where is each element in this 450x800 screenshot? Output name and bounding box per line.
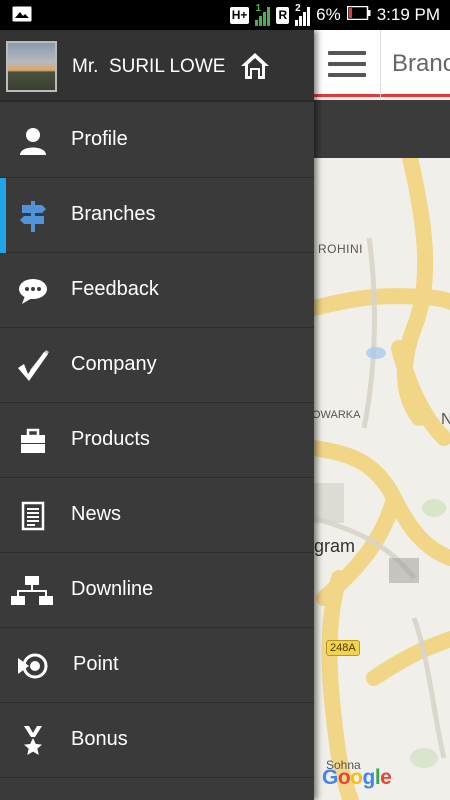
gallery-notification-icon bbox=[12, 6, 32, 27]
signpost-icon bbox=[14, 198, 52, 234]
roaming-badge: R bbox=[276, 6, 290, 24]
menu-item-label: Bonus bbox=[71, 728, 128, 750]
check-mark-icon bbox=[14, 348, 52, 384]
home-icon[interactable] bbox=[238, 50, 272, 82]
menu-item-point[interactable]: Point bbox=[0, 628, 314, 703]
menu-item-label: Downline bbox=[71, 578, 154, 600]
network-type-badge: H+ bbox=[229, 6, 250, 24]
signal-sim2-icon: 2 bbox=[295, 3, 311, 26]
sim2-label: 2 bbox=[295, 3, 301, 14]
signal-sim1-icon: 1 bbox=[255, 3, 271, 26]
menu-item-news[interactable]: News bbox=[0, 478, 314, 553]
user-name: Mr. SURIL LOWE bbox=[72, 56, 226, 77]
menu-item-label: News bbox=[71, 503, 122, 525]
menu-item-products[interactable]: Products bbox=[0, 403, 314, 478]
menu-item-feedback[interactable]: Feedback bbox=[0, 253, 314, 328]
status-bar: H+ 1 R 2 6% 3:19 PM bbox=[0, 0, 450, 30]
app-subbar bbox=[314, 100, 450, 158]
menu-item-label: Feedback bbox=[71, 278, 159, 300]
map-label-gurugram: gram bbox=[314, 536, 356, 556]
map-view[interactable]: ROHINI OWARKA N gram 248A Sohna Google bbox=[314, 158, 450, 800]
avatar[interactable] bbox=[6, 41, 57, 92]
briefcase-icon bbox=[14, 423, 52, 459]
battery-icon bbox=[346, 5, 371, 25]
menu-item-label: Products bbox=[71, 428, 150, 450]
google-logo: Google bbox=[322, 766, 392, 789]
target-icon bbox=[14, 648, 52, 684]
highway-shield: 248A bbox=[326, 640, 360, 656]
menu-item-label: Branches bbox=[71, 203, 156, 225]
menu-item-bonus[interactable]: Bonus bbox=[0, 703, 314, 778]
chat-bubble-icon bbox=[14, 273, 52, 309]
menu-item-label: Point bbox=[73, 653, 119, 675]
hamburger-menu-icon[interactable] bbox=[328, 51, 366, 77]
person-icon bbox=[14, 123, 52, 159]
app-toolbar: Branc bbox=[314, 30, 450, 97]
menu-item-label: Company bbox=[71, 353, 157, 375]
navigation-drawer: Mr. SURIL LOWE Profile Branches Feedback… bbox=[0, 30, 314, 800]
map-label-n: N bbox=[441, 411, 450, 428]
menu-item-company[interactable]: Company bbox=[0, 328, 314, 403]
medal-icon bbox=[14, 723, 52, 759]
menu-item-label: Profile bbox=[71, 128, 128, 150]
clock: 3:19 PM bbox=[376, 5, 440, 24]
menu-item-branches[interactable]: Branches bbox=[0, 178, 314, 253]
toolbar-divider bbox=[380, 30, 381, 97]
branches-screen: Branc ROHINI OWARKA N gram 248A Sohna Go… bbox=[314, 30, 450, 800]
newspaper-icon bbox=[14, 498, 52, 534]
battery-percent: 6% bbox=[316, 5, 341, 24]
sim1-label: 1 bbox=[255, 3, 261, 14]
map-label-dwarka: OWARKA bbox=[314, 409, 361, 421]
menu-item-downline[interactable]: Downline bbox=[0, 553, 314, 628]
page-title: Branc bbox=[392, 50, 450, 77]
org-chart-icon bbox=[10, 573, 54, 609]
drawer-menu: Profile Branches Feedback Company Produc bbox=[0, 103, 314, 778]
drawer-header: Mr. SURIL LOWE bbox=[0, 30, 314, 102]
map-label-rohini: ROHINI bbox=[318, 242, 363, 256]
menu-item-profile[interactable]: Profile bbox=[0, 103, 314, 178]
